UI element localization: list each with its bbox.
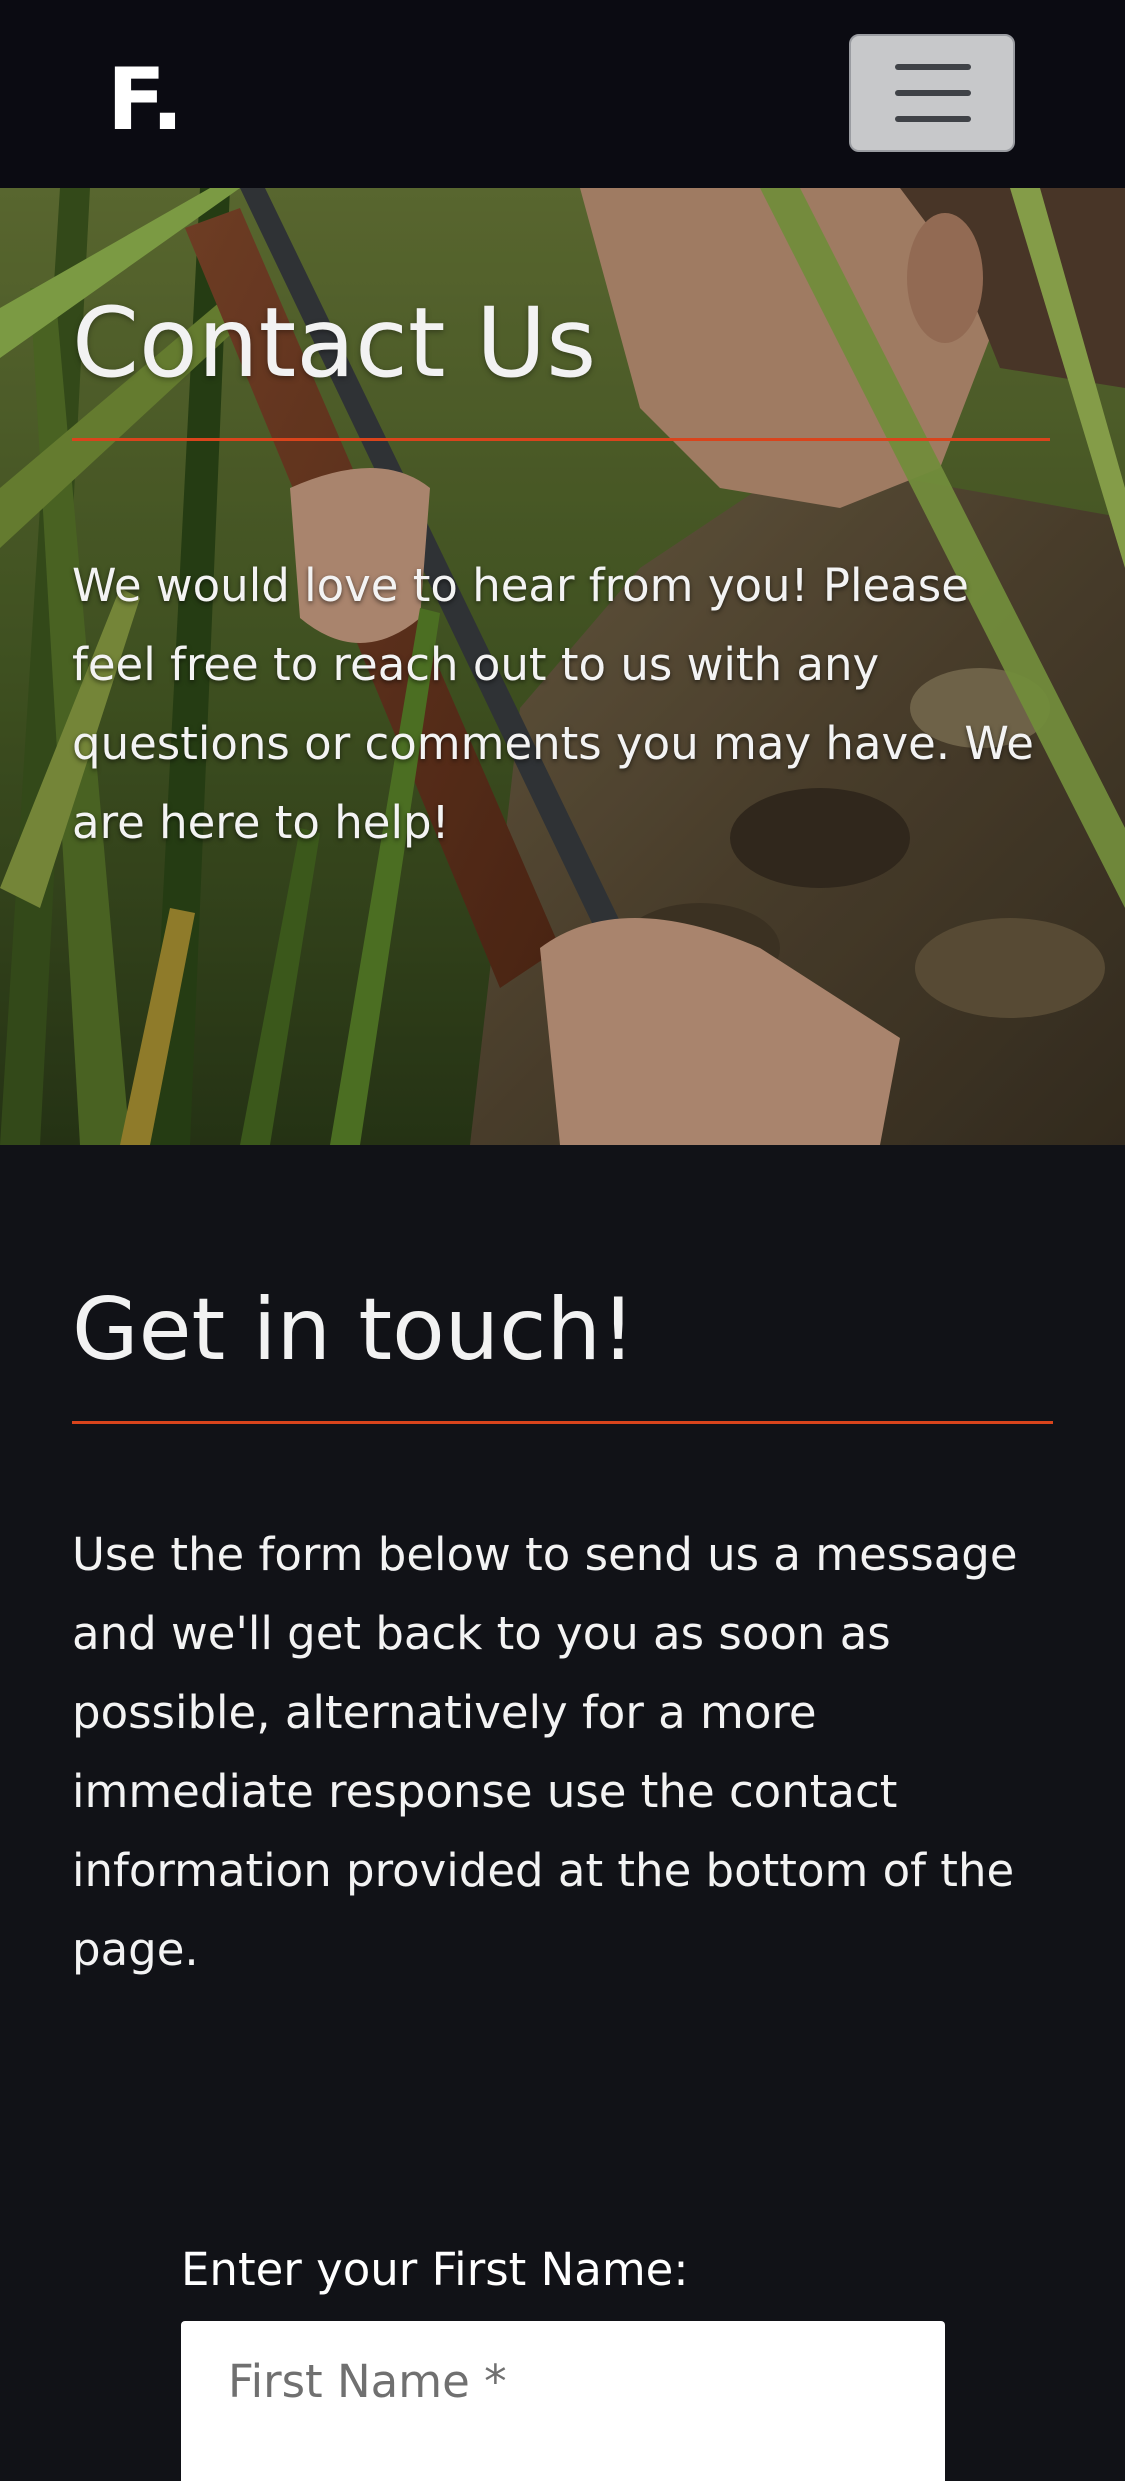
hero-description: We would love to hear from you! Please f… [72, 559, 1034, 849]
brand-logo[interactable]: F. [107, 50, 184, 150]
section-divider [72, 1421, 1053, 1424]
first-name-input[interactable] [181, 2321, 945, 2481]
navbar: F. [0, 0, 1125, 188]
section-title: Get in touch! [72, 1280, 636, 1380]
title-divider [72, 438, 1050, 441]
section-description: Use the form below to send us a message … [72, 1528, 1018, 1976]
page-title: Contact Us [72, 287, 597, 399]
first-name-label: Enter your First Name: [181, 2243, 689, 2296]
hamburger-icon-bar [895, 116, 971, 122]
hero-section: Contact Us We would love to hear from yo… [0, 188, 1125, 1145]
menu-toggle-button[interactable] [849, 34, 1015, 152]
hamburger-icon [895, 64, 971, 70]
hamburger-icon-bar [895, 90, 971, 96]
